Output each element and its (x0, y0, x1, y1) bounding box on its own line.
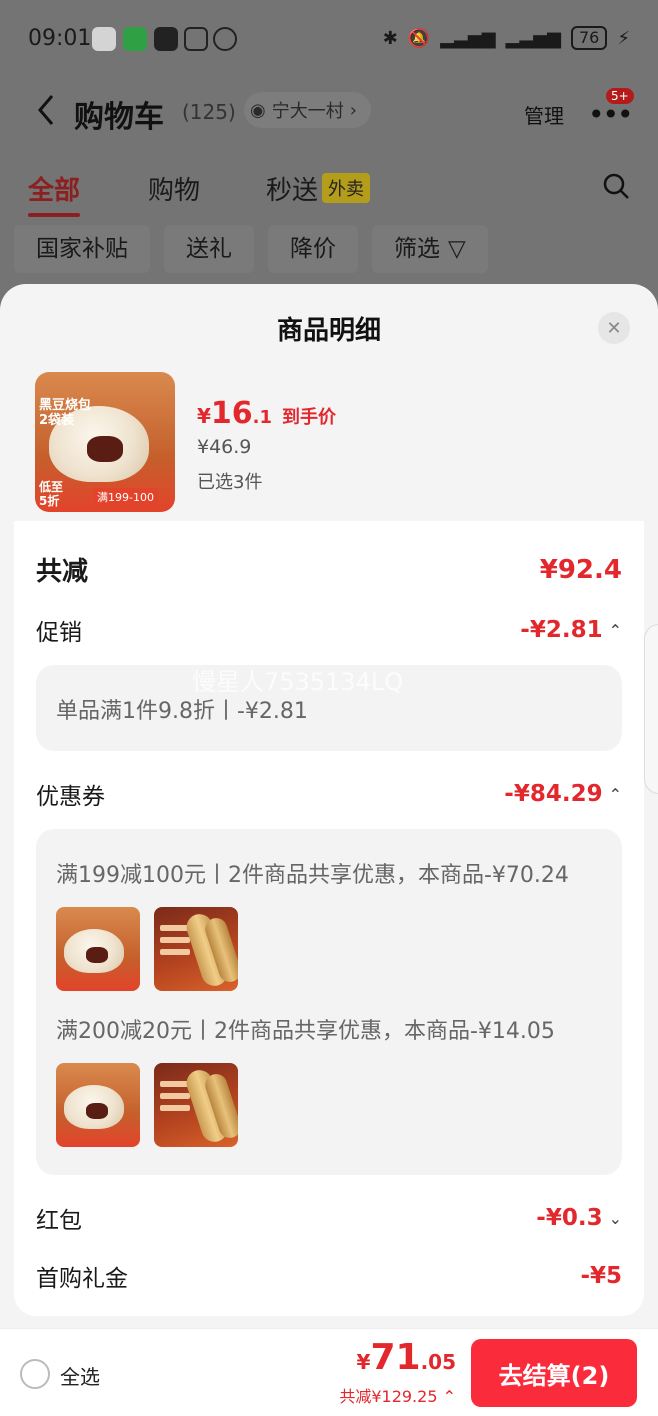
promotion-label: 促销 (36, 620, 82, 646)
back-icon[interactable] (32, 90, 62, 130)
redpacket-value: -¥0.3 (536, 1205, 603, 1231)
pay-total: ¥ 71 .05 (357, 1337, 456, 1378)
chevron-down-icon: ⌄ (608, 1208, 622, 1228)
wechat-icon (123, 27, 147, 51)
chevron-up-icon: ⌃ (442, 1387, 456, 1406)
chevron-right-icon: › (349, 99, 357, 121)
product-image-coupon: 满199-100 (93, 488, 158, 506)
coupon-label: 优惠券 (36, 784, 105, 810)
first-gift-row: 首购礼金 -¥5 (36, 1259, 622, 1293)
select-all-label[interactable]: 全选 (60, 1361, 100, 1390)
location-label: 宁大一村 (271, 101, 344, 122)
price-currency: ¥ (197, 404, 211, 428)
nav-bar: 购物车 (125) ◉ 宁大一村 › 管理 ••• 5+ (0, 80, 658, 144)
total-discount-value: ¥92.4 (539, 554, 622, 585)
product-image-title: 黑豆烧包 2袋装 (39, 398, 92, 428)
tab-all[interactable]: 全部 (28, 170, 81, 217)
select-all-checkbox[interactable] (20, 1359, 50, 1389)
detail-sheet: 商品明细 ✕ 黑豆烧包 2袋装 低至 5折 满199-100 ¥ 16 .1 到… (0, 284, 658, 1416)
filter-screen[interactable]: 筛选 ▽ (372, 225, 488, 273)
coupon-detail-1: 满199减100元丨2件商品共享优惠，本商品-¥70.24 (56, 863, 569, 888)
watermark: 慢星人7535134LQ (192, 668, 404, 696)
more-badge: 5+ (606, 88, 634, 104)
battery-icon: 76 (571, 26, 608, 50)
close-icon: ✕ (606, 317, 622, 339)
coupon-product-image[interactable] (56, 1063, 140, 1147)
alarm-icon (213, 27, 237, 51)
checkout-bar: 全选 ¥ 71 .05 共减¥129.25 ⌃ 去结算(2) (0, 1328, 658, 1416)
redpacket-row[interactable]: 红包 -¥0.3 ⌄ (36, 1201, 622, 1235)
final-price: ¥ 16 .1 到手价 (197, 396, 336, 431)
coupon-detail-2: 满200减20元丨2件商品共享优惠，本商品-¥14.05 (56, 1019, 555, 1044)
promotion-detail: 单品满1件9.8折丨-¥2.81 (56, 699, 308, 724)
discount-card: 共减 ¥92.4 促销 -¥2.81 ⌃ 单品满1件9.8折丨-¥2.81 优惠券… (14, 521, 644, 1316)
pay-currency: ¥ (356, 1350, 371, 1374)
filter-national-subsidy[interactable]: 国家补贴 (14, 225, 150, 273)
first-gift-value: -¥5 (580, 1263, 622, 1289)
signal-icon-2: ▂▃▅▆ (505, 27, 561, 49)
product-image-discount: 低至 5折 (39, 480, 64, 508)
mute-icon: 🔕 (407, 27, 431, 49)
filling-shape (87, 436, 123, 462)
eye-icon: ◉ (250, 99, 266, 121)
close-button[interactable]: ✕ (598, 312, 630, 344)
price-dec: .1 (252, 407, 273, 428)
coupon-value: -¥84.29 (504, 781, 603, 807)
coupon-detail-box: 满199减100元丨2件商品共享优惠，本商品-¥70.24 满200减20元丨2… (36, 829, 622, 1175)
price-int: 16 (210, 396, 253, 431)
charging-icon: ⚡ (617, 27, 630, 49)
first-gift-label: 首购礼金 (36, 1266, 128, 1292)
chevron-up-icon: ⌃ (608, 784, 622, 804)
status-time: 09:01 (28, 26, 92, 51)
signal-icon: ▂▃▅▆ (440, 27, 496, 49)
cart-count: (125) (182, 100, 236, 124)
coupon-product-image[interactable] (154, 1063, 238, 1147)
coupon-row[interactable]: 优惠券 -¥84.29 ⌃ (36, 777, 622, 811)
filter-price-drop[interactable]: 降价 (268, 225, 358, 273)
side-panel-edge (644, 624, 658, 794)
total-discount-label: 共减 (36, 557, 89, 587)
search-icon[interactable] (602, 172, 630, 200)
pay-int: 71 (370, 1337, 421, 1378)
coupon-product-image[interactable] (56, 907, 140, 991)
product-image[interactable]: 黑豆烧包 2袋装 低至 5折 满199-100 (35, 372, 175, 512)
saved-amount[interactable]: 共减¥129.25 ⌃ (339, 1383, 456, 1407)
coupon-product-image[interactable] (154, 907, 238, 991)
takeaway-badge: 外卖 (322, 173, 371, 203)
promotion-value: -¥2.81 (520, 617, 603, 643)
redpacket-label: 红包 (36, 1208, 82, 1234)
funnel-icon: ▽ (448, 236, 466, 262)
chevron-up-icon: ⌃ (608, 620, 622, 640)
filter-gift[interactable]: 送礼 (164, 225, 254, 273)
checkout-button[interactable]: 去结算(2) (471, 1339, 637, 1407)
tab-instant-label: 秒送 (266, 176, 319, 206)
tab-instant[interactable]: 秒送 外卖 (266, 170, 371, 207)
page-title: 购物车 (74, 100, 164, 135)
pay-dec: .05 (420, 1350, 456, 1374)
status-bar: 09:01 ✱ 🔕 ▂▃▅▆ ▂▃▅▆ 76 ⚡ (0, 0, 658, 80)
total-discount-row: 共减 ¥92.4 (36, 551, 622, 588)
manage-button[interactable]: 管理 (524, 100, 564, 129)
tab-bar: 全部 购物 秒送 外卖 (0, 160, 658, 217)
filter-chips: 国家补贴 送礼 降价 筛选 ▽ (14, 225, 488, 273)
app-icon-1 (92, 27, 116, 51)
bluetooth-icon: ✱ (382, 27, 398, 49)
qq-icon (154, 27, 178, 51)
selected-quantity: 已选3件 (197, 472, 263, 493)
nfc-icon (184, 27, 208, 51)
price-tag: 到手价 (282, 407, 337, 428)
location-selector[interactable]: ◉ 宁大一村 › (244, 92, 371, 128)
saved-amount-label: 共减¥129.25 (339, 1387, 438, 1406)
promotion-row[interactable]: 促销 -¥2.81 ⌃ (36, 613, 622, 647)
filter-screen-label: 筛选 (394, 236, 440, 262)
tab-shopping[interactable]: 购物 (148, 170, 200, 207)
sheet-title: 商品明细 (276, 316, 381, 346)
original-price: ¥46.9 (197, 436, 252, 458)
